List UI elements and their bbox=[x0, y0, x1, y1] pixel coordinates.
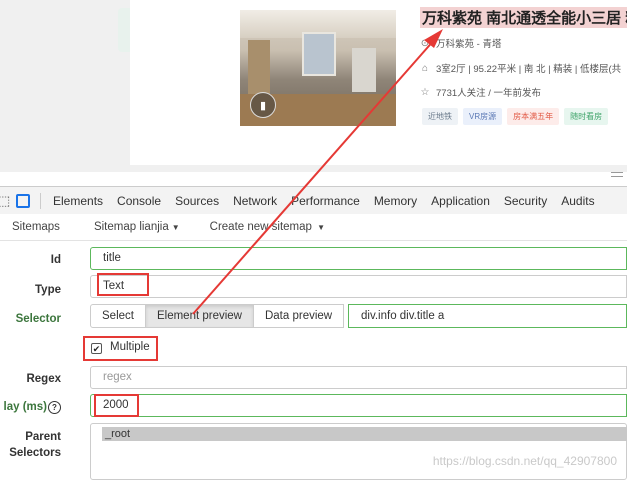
element-preview-button[interactable]: Element preview bbox=[144, 304, 254, 328]
tag-five-year: 房本满五年 bbox=[507, 108, 560, 125]
tab-audits[interactable]: Audits bbox=[561, 194, 594, 208]
parent-option-root[interactable]: _root bbox=[102, 427, 627, 441]
selector-label: Selector bbox=[15, 313, 61, 325]
tab-elements[interactable]: Elements bbox=[53, 194, 103, 208]
location-pin-icon: ⊙ bbox=[420, 37, 430, 49]
listing-title[interactable]: 万科紫苑 南北通透全能小三居 精 bbox=[420, 7, 627, 28]
annotation-box-delay bbox=[94, 394, 139, 417]
tag-anytime-viewing: 随时看房 bbox=[564, 108, 609, 125]
id-input[interactable]: title bbox=[90, 247, 627, 270]
inspect-icon[interactable]: ⬚ bbox=[0, 193, 10, 209]
tab-console[interactable]: Console bbox=[117, 194, 161, 208]
sitemap-dropdown-label: Sitemap lianjia bbox=[93, 221, 169, 233]
house-icon: ⌂ bbox=[421, 62, 429, 74]
tab-memory[interactable]: Memory bbox=[374, 194, 417, 208]
data-preview-button[interactable]: Data preview bbox=[252, 304, 345, 328]
regex-label: Regex bbox=[26, 373, 61, 385]
divider bbox=[40, 192, 41, 209]
devtools-tabbar: ⬚ Elements Console Sources Network Perfo… bbox=[0, 186, 627, 215]
tab-performance[interactable]: Performance bbox=[291, 194, 360, 208]
tab-sources[interactable]: Sources bbox=[175, 194, 219, 208]
follow-row: ☆ 7731人关注 / 一年前发布 bbox=[420, 85, 542, 100]
info-text: 3室2厅 | 95.22平米 | 南 北 | 精装 | 低楼层(共 bbox=[436, 64, 622, 75]
tab-security[interactable]: Security bbox=[504, 194, 547, 208]
tag-list: 近地铁 VR房源 房本满五年 随时看房 bbox=[422, 108, 609, 125]
delay-label-text: lay (ms) bbox=[3, 401, 47, 413]
location-text[interactable]: 万科紫苑 - 青塔 bbox=[436, 36, 501, 50]
selector-input[interactable]: div.info div.title a bbox=[348, 304, 627, 328]
info-row: ⌂ 3室2厅 | 95.22平米 | 南 北 | 精装 | 低楼层(共 bbox=[420, 61, 622, 76]
location-row: ⊙ 万科紫苑 - 青塔 bbox=[420, 36, 502, 51]
watermark: https://blog.csdn.net/qq_42907800 bbox=[432, 454, 617, 468]
star-icon: ☆ bbox=[420, 86, 430, 98]
vr-icon[interactable]: ▮ bbox=[250, 92, 276, 118]
regex-input[interactable]: regex bbox=[90, 366, 627, 389]
create-sitemap-label: Create new sitemap bbox=[209, 221, 312, 233]
id-label: Id bbox=[50, 254, 61, 266]
tag-vr: VR房源 bbox=[463, 108, 503, 125]
type-label: Type bbox=[35, 284, 61, 296]
type-select[interactable]: Text bbox=[90, 275, 627, 298]
tab-network[interactable]: Network bbox=[233, 194, 277, 208]
selector-button-group: Select Element preview Data preview bbox=[90, 304, 345, 328]
delay-input[interactable]: 2000 bbox=[90, 394, 627, 417]
annotation-box-multiple bbox=[83, 336, 158, 361]
chevron-down-icon: ▼ bbox=[171, 223, 180, 232]
chevron-down-icon: ▼ bbox=[314, 223, 326, 232]
tag-subway: 近地铁 bbox=[422, 108, 458, 125]
scraper-nav: Sitemaps Sitemap lianjia ▼ Create new sit… bbox=[0, 214, 627, 241]
create-sitemap-dropdown[interactable]: Create new sitemap ▼ bbox=[210, 221, 325, 233]
annotation-box-type bbox=[97, 273, 149, 296]
parent-label: Parent bbox=[25, 431, 61, 443]
sitemaps-link[interactable]: Sitemaps bbox=[12, 221, 60, 233]
parent-selectors-list[interactable]: _root bbox=[90, 423, 627, 480]
listing-page: ▮ 万科紫苑 南北通透全能小三居 精 ⊙ 万科紫苑 - 青塔 ⌂ 3室2厅 | … bbox=[0, 0, 627, 177]
follow-text: 7731人关注 / 一年前发布 bbox=[436, 88, 542, 99]
sitemap-dropdown[interactable]: Sitemap lianjia ▼ bbox=[94, 221, 180, 233]
tab-application[interactable]: Application bbox=[431, 194, 490, 208]
resize-handle-icon[interactable] bbox=[611, 172, 623, 177]
parent-label-2: Selectors bbox=[9, 447, 61, 459]
device-toolbar-icon[interactable] bbox=[16, 193, 30, 208]
delay-label: lay (ms) bbox=[4, 401, 47, 413]
help-icon[interactable]: ? bbox=[48, 401, 61, 414]
select-button[interactable]: Select bbox=[90, 304, 146, 328]
